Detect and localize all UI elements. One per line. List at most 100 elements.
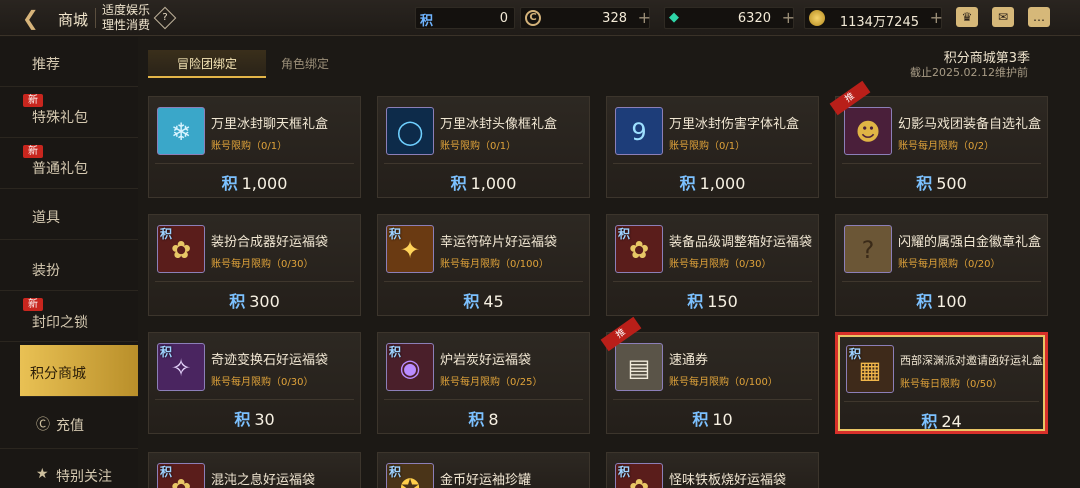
product-card[interactable]: ✧ 积 奇迹变换石好运福袋 账号每月限购（0/30） 积 30 (148, 332, 361, 434)
price-value: 300 (249, 292, 280, 311)
sidebar-item-seal-lock[interactable]: 新 封印之锁 (0, 292, 138, 342)
purchase-limit: 账号每月限购（0/20） (898, 259, 1001, 270)
gems-value: 6320 (737, 11, 771, 26)
product-name: 混沌之息好运福袋 (211, 473, 316, 488)
divider (384, 163, 583, 164)
sidebar-item-recharge[interactable]: Ⓒ 充值 (0, 399, 138, 449)
product-card[interactable]: 9 万里冰封伤害字体礼盒 账号限购（0/1） 积 1,000 (606, 96, 819, 198)
points-value: 0 (499, 11, 508, 26)
product-name: 万里冰封伤害字体礼盒 (669, 117, 800, 132)
crystal-bag-icon: ✧ 积 (157, 343, 205, 391)
question-diamond-icon[interactable]: ? (153, 6, 177, 30)
product-card[interactable]: ▦ 积 西部深渊派对邀请函好运礼盒 账号每日限购（0/50） 积 24 (835, 332, 1048, 434)
gold-bag-icon: ✦ 积 (386, 225, 434, 273)
price-value: 150 (707, 292, 738, 311)
treasure-chest-icon: ▦ 积 (846, 345, 894, 393)
points-currency-icon: 积 (916, 174, 933, 193)
product-card[interactable]: ✿ 积 装扮合成器好运福袋 账号每月限购（0/30） 积 300 (148, 214, 361, 316)
circus-jester-icon: ☻ (844, 107, 892, 155)
price-value: 1,000 (470, 174, 517, 193)
new-badge: 新 (23, 145, 43, 158)
mail-icon[interactable]: ✉ (992, 7, 1014, 27)
product-card[interactable]: ✪ 积 金币好运袖珍罐 (377, 452, 590, 488)
lucky-bag-icon: ✿ 积 (615, 225, 663, 273)
divider (155, 281, 354, 282)
product-price: 积8 (378, 406, 589, 430)
product-name: 怪味铁板烧好运福袋 (669, 473, 787, 488)
product-price: 积 1,000 (149, 170, 360, 194)
sidebar-item-avatar[interactable]: 装扮 (0, 241, 138, 291)
product-price: 积 24 (838, 408, 1045, 432)
points-mark-icon: 积 (618, 465, 631, 479)
product-card[interactable]: ? 闪耀的属强白金徽章礼盒 账号每月限购（0/20） 积 100 (835, 214, 1048, 316)
points-mark-icon: 积 (160, 345, 173, 359)
sidebar-item-label: 特别关注 (56, 469, 112, 485)
category-sidebar: 推荐 新 特殊礼包 新 普通礼包 道具 装扮 新 封印之锁 积分商城 Ⓒ 充值 … (0, 37, 138, 488)
product-card[interactable]: ✦ 积 幸运符碎片好运福袋 账号每月限购（0/100） 积 45 (377, 214, 590, 316)
ticket-icon: ▤ (615, 343, 663, 391)
divider (384, 399, 583, 400)
points-currency-icon: 积 (468, 410, 485, 429)
divider (842, 281, 1041, 282)
points-mark-icon: 积 (160, 227, 173, 241)
divider (155, 399, 354, 400)
sidebar-item-recommend[interactable]: 推荐 (0, 37, 138, 87)
price-value: 10 (712, 410, 733, 429)
product-price: 积 300 (149, 288, 360, 312)
product-card[interactable]: ✿ 积 装备品级调整箱好运福袋 账号每月限购（0/30） 积 150 (606, 214, 819, 316)
points-currency-icon: 积 (229, 292, 246, 311)
lucky-bag-icon: ✿ 积 (615, 463, 663, 488)
sidebar-item-watchlist[interactable]: ★ 特别关注 (0, 450, 138, 488)
divider (844, 401, 1039, 402)
points-currency-icon: 积 (692, 410, 709, 429)
product-card[interactable]: ✿ 积 怪味铁板烧好运福袋 (606, 452, 819, 488)
points-currency: 积 0 (415, 7, 515, 29)
price-value: 30 (254, 410, 275, 429)
chat-icon[interactable]: … (1028, 7, 1050, 27)
product-card[interactable]: ◯ 万里冰封头像框礼盒 账号限购（0/1） 积 1,000 (377, 96, 590, 198)
tab-character-bound[interactable]: 角色绑定 (268, 50, 342, 78)
product-name: 装备品级调整箱好运福袋 (669, 235, 813, 250)
points-currency-icon: 积 (463, 292, 480, 311)
price-value: 500 (936, 174, 967, 193)
purchase-limit: 账号每月限购（0/30） (211, 377, 314, 388)
points-currency-icon: 积 (916, 292, 933, 311)
divider (95, 8, 96, 28)
star-icon: ★ (36, 466, 49, 482)
sidebar-item-label: 普通礼包 (32, 161, 88, 177)
product-grid: ❄ 万里冰封聊天框礼盒 账号限购（0/1） 积 1,000 ◯ 万里冰封头像框礼盒… (148, 80, 1054, 488)
product-price: 积 1,000 (378, 170, 589, 194)
product-name: 西部深渊派对邀请函好运礼盒 (900, 354, 1043, 367)
gold-currency: 1134万7245 + (804, 7, 943, 30)
product-name: 万里冰封头像框礼盒 (440, 117, 558, 132)
product-card[interactable]: ❄ 万里冰封聊天框礼盒 账号限购（0/1） 积 1,000 (148, 96, 361, 198)
product-card[interactable]: ◉ 积 炉岩炭好运福袋 账号每月限购（0/25） 积8 (377, 332, 590, 434)
sidebar-item-label: 装扮 (32, 263, 60, 279)
gold-plus-button[interactable]: + (930, 8, 943, 27)
points-mark-icon: 积 (618, 227, 631, 241)
crown-icon[interactable]: ♛ (956, 7, 978, 27)
tab-adventure-bound[interactable]: 冒险团绑定 (148, 50, 266, 78)
product-card[interactable]: ✿ 积 混沌之息好运福袋 (148, 452, 361, 488)
product-name: 装扮合成器好运福袋 (211, 235, 329, 250)
product-price: 积 100 (836, 288, 1047, 312)
ceras-value: 328 (602, 11, 627, 26)
product-card[interactable]: ☻ 推 幻影马戏团装备自选礼盒 账号每月限购（0/2） 积 500 (829, 80, 1048, 198)
points-mark-icon: 积 (849, 347, 862, 361)
product-price: 积 1,000 (607, 170, 818, 194)
sidebar-item-normal-packs[interactable]: 新 普通礼包 (0, 139, 138, 189)
gold-coin-icon (809, 10, 825, 26)
ceras-plus-button[interactable]: + (638, 8, 651, 27)
product-price: 积 45 (378, 288, 589, 312)
divider (155, 163, 354, 164)
purchase-limit: 账号每月限购（0/2） (898, 141, 995, 152)
sidebar-item-items[interactable]: 道具 (0, 190, 138, 240)
back-arrow-icon[interactable]: ❮ (22, 6, 48, 30)
price-value: 24 (941, 412, 962, 431)
product-name: 幸运符碎片好运福袋 (440, 235, 558, 250)
gems-plus-button[interactable]: + (782, 8, 795, 27)
sidebar-item-special-packs[interactable]: 新 特殊礼包 (0, 88, 138, 138)
product-price: 积 500 (836, 170, 1047, 194)
product-card[interactable]: ▤ 推 速通券 账号每月限购（0/100） 积 10 (600, 316, 819, 434)
sidebar-item-points-shop[interactable]: 积分商城 (20, 345, 138, 397)
